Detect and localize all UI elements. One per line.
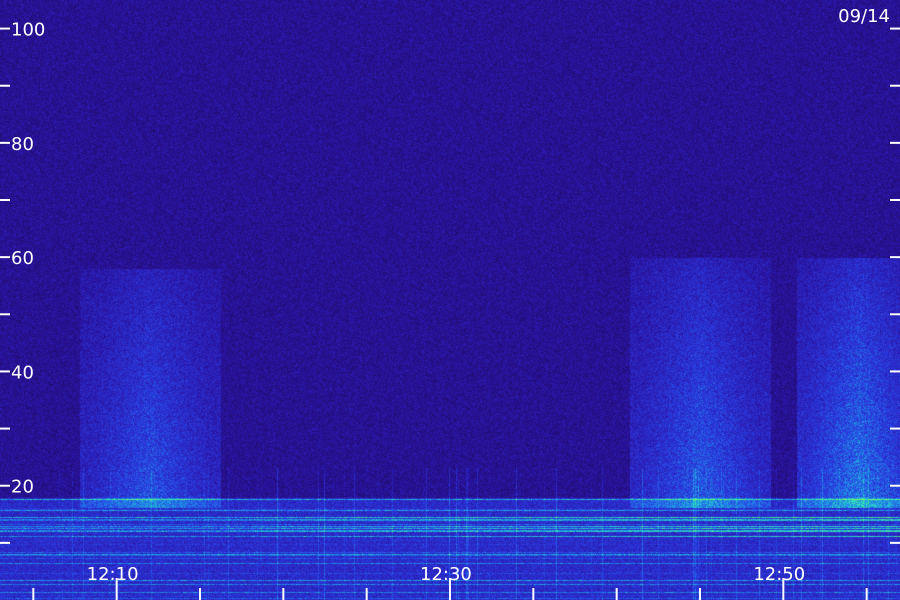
date-label: 09/14 <box>838 6 890 27</box>
axes-overlay: 20 40 60 80 100 12:10 12:30 12:50 <box>0 20 900 600</box>
y-tick-label: 40 <box>11 362 34 383</box>
y-tick-label: 20 <box>11 477 34 498</box>
x-tick-label: 12:30 <box>420 564 472 585</box>
x-tick-label: 12:10 <box>87 564 139 585</box>
spectrogram-chart: 20 40 60 80 100 12:10 12:30 12:50 09/14 <box>0 0 900 600</box>
y-tick-label: 100 <box>11 20 45 41</box>
y-tick-label: 60 <box>11 248 34 269</box>
x-tick-label: 12:50 <box>753 564 805 585</box>
y-tick-label: 80 <box>11 134 34 155</box>
